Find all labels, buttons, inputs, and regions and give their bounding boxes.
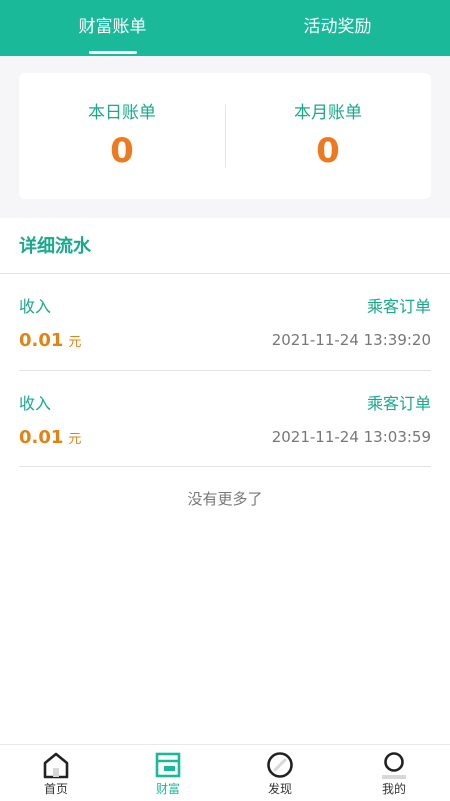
nav-mine[interactable]: 我的	[338, 745, 450, 801]
nav-wealth[interactable]: 财富	[112, 745, 224, 801]
divider	[19, 370, 431, 371]
record-amount-value: 0.01	[19, 427, 64, 448]
summary-card: 本日账单 0 本月账单 0	[19, 73, 431, 199]
no-more-text: 没有更多了	[187, 490, 263, 508]
divider	[19, 466, 431, 467]
nav-wealth-label: 财富	[155, 782, 180, 796]
tab-activity-rewards[interactable]: 活动奖励	[225, 0, 450, 56]
top-tab-bar: 财富账单 活动奖励	[0, 0, 450, 56]
record-type: 收入	[19, 297, 52, 316]
nav-home[interactable]: 首页	[0, 745, 112, 801]
record-source: 乘客订单	[366, 394, 431, 413]
record-source: 乘客订单	[366, 297, 431, 316]
nav-mine-label: 我的	[381, 782, 406, 796]
home-icon	[43, 752, 69, 779]
record-amount: 0.01 元	[19, 427, 81, 448]
record-amount-value: 0.01	[19, 330, 64, 351]
month-bill-label: 本月账单	[294, 103, 362, 123]
record-time: 2021-11-24 13:03:59	[271, 428, 431, 446]
nav-discover[interactable]: 发现	[224, 745, 336, 801]
divider	[0, 273, 450, 274]
bottom-nav: 首页 财富 发现 我的	[0, 744, 450, 801]
month-bill-value: 0	[316, 131, 340, 171]
section-title: 详细流水	[19, 236, 91, 257]
user-icon	[382, 752, 406, 779]
today-bill[interactable]: 本日账单 0	[19, 73, 225, 199]
active-tab-indicator	[89, 51, 137, 54]
nav-discover-label: 发现	[267, 782, 292, 796]
nav-home-label: 首页	[43, 782, 68, 796]
record-amount-unit: 元	[68, 432, 82, 447]
tab-wealth-bill[interactable]: 财富账单	[0, 0, 225, 56]
record-type: 收入	[19, 394, 52, 413]
month-bill[interactable]: 本月账单 0	[225, 73, 431, 199]
wallet-icon	[155, 752, 181, 778]
record-amount: 0.01 元	[19, 330, 81, 351]
today-bill-label: 本日账单	[88, 103, 156, 123]
today-bill-value: 0	[110, 131, 134, 171]
record-time: 2021-11-24 13:39:20	[271, 331, 431, 349]
compass-icon	[267, 752, 293, 778]
record-amount-unit: 元	[68, 335, 82, 350]
